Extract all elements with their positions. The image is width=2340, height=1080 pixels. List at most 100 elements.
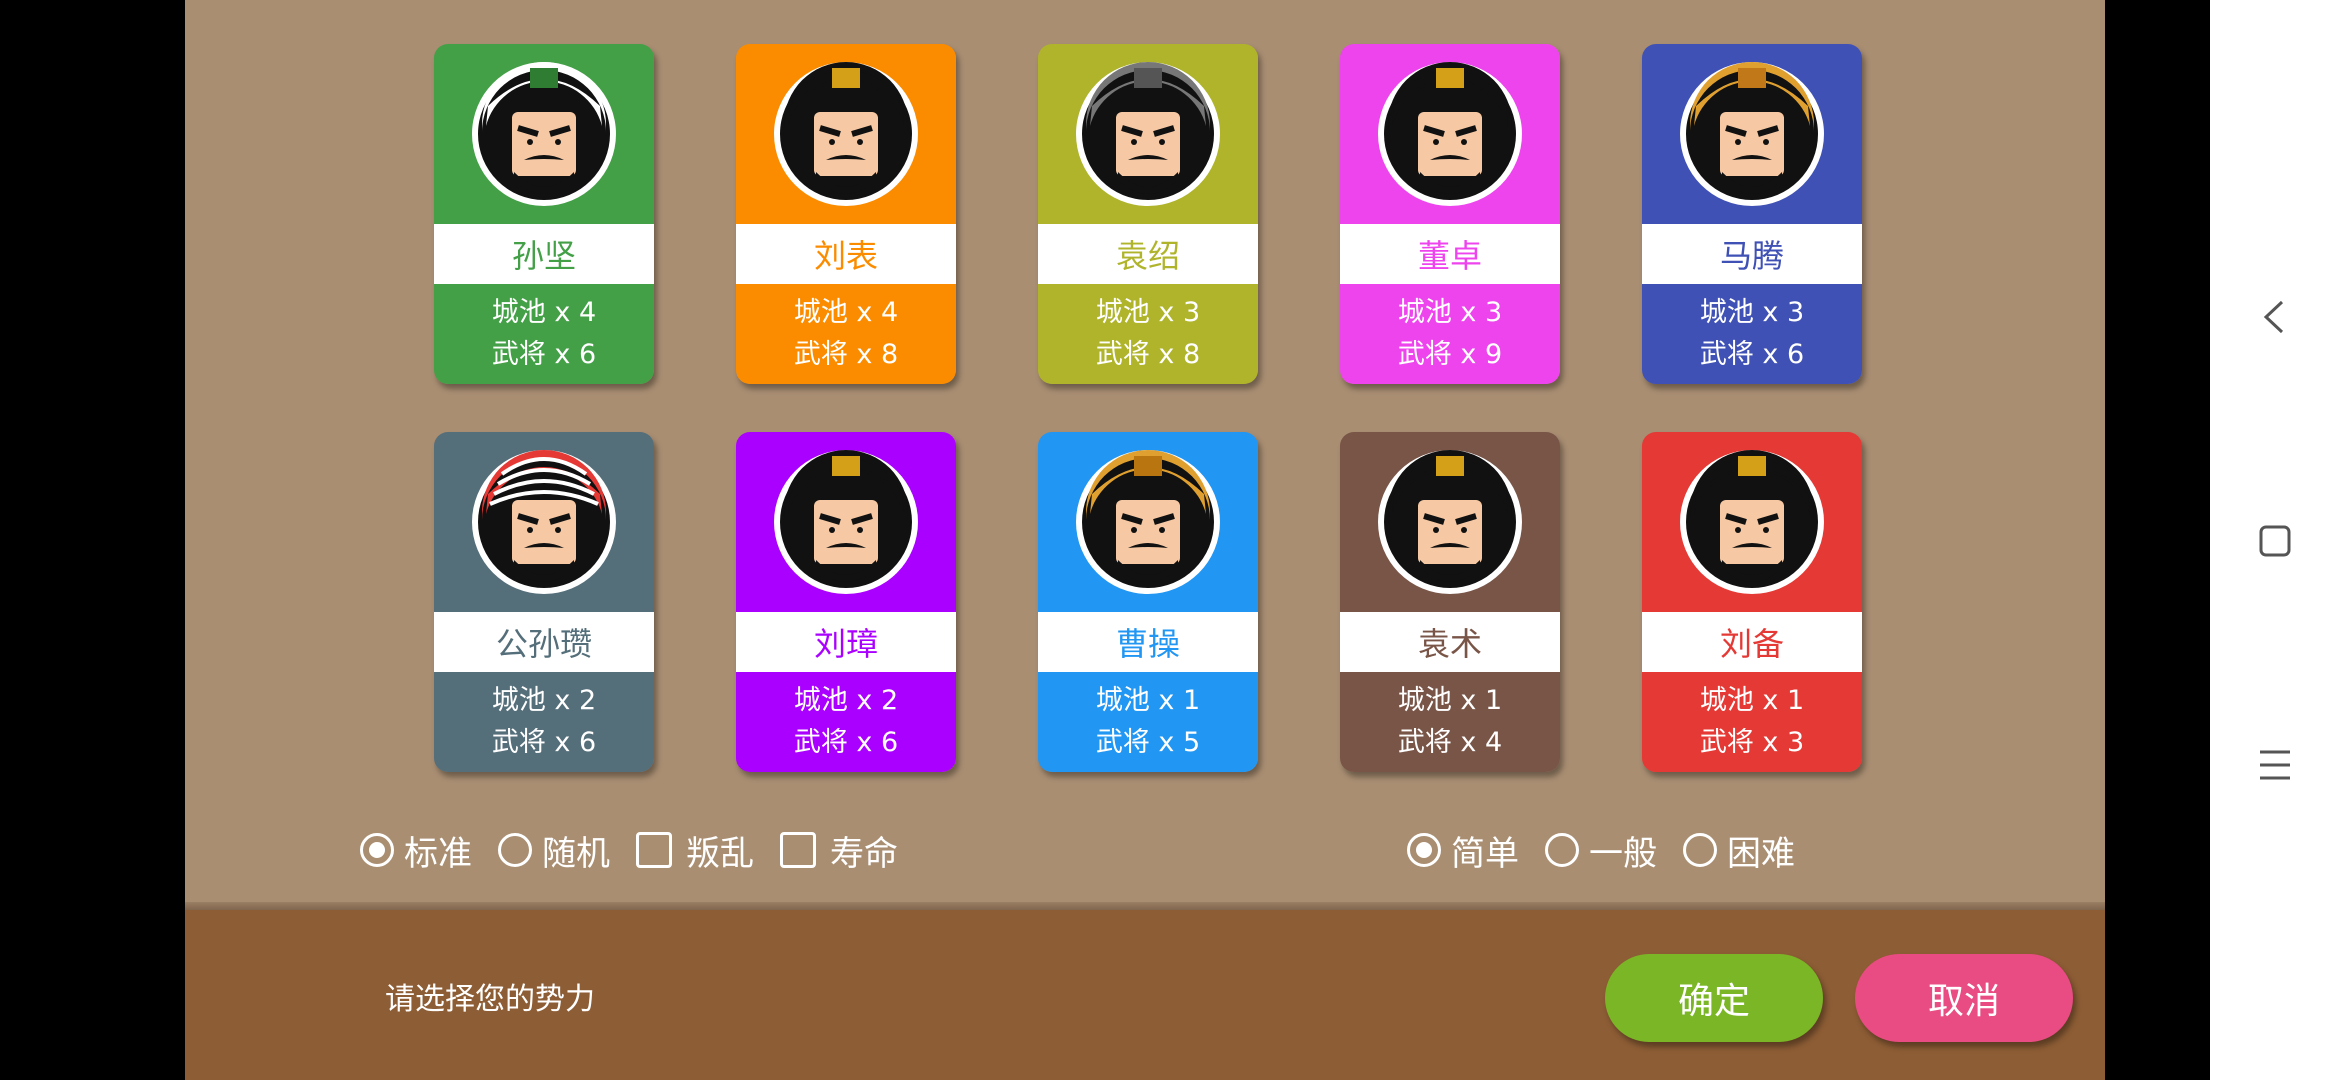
general-count: 武将 x 6 — [491, 339, 597, 370]
portrait-area — [1340, 44, 1560, 224]
faction-stats: 城池 x 1 武将 x 3 — [1642, 672, 1862, 772]
back-icon[interactable] — [2242, 284, 2308, 350]
city-count: 城池 x 3 — [1397, 297, 1503, 328]
portrait-area — [1340, 432, 1560, 612]
mode-label: 标准 — [404, 833, 472, 874]
difficulty-label: 简单 — [1451, 833, 1519, 874]
general-count: 武将 x 8 — [1095, 339, 1201, 370]
faction-card-liu-bei[interactable]: 刘备城池 x 1 武将 x 3 — [1642, 432, 1862, 772]
general-portrait-icon — [1680, 62, 1824, 206]
difficulty-option-normal[interactable]: 一般 — [1545, 826, 1657, 875]
system-nav-bar — [2210, 0, 2340, 1080]
faction-stats: 城池 x 4 武将 x 6 — [434, 284, 654, 384]
mode-label: 叛乱 — [686, 833, 754, 874]
screen: 孙坚城池 x 4 武将 x 6 刘表城池 x 4 武将 x 8 袁绍城池 x 3 武将… — [0, 0, 2340, 1080]
portrait-area — [736, 432, 956, 612]
radio-icon[interactable] — [360, 833, 394, 867]
radio-icon[interactable] — [1407, 833, 1441, 867]
portrait-area — [1642, 432, 1862, 612]
general-portrait-icon — [1076, 62, 1220, 206]
faction-name: 曹操 — [1038, 612, 1258, 672]
faction-card-liu-biao[interactable]: 刘表城池 x 4 武将 x 8 — [736, 44, 956, 384]
portrait-area — [736, 44, 956, 224]
faction-card-liu-zhang[interactable]: 刘璋城池 x 2 武将 x 6 — [736, 432, 956, 772]
difficulty-option-easy[interactable]: 简单 — [1407, 826, 1519, 875]
radio-icon[interactable] — [498, 833, 532, 867]
portrait-area — [1038, 432, 1258, 612]
faction-card-sun-jian[interactable]: 孙坚城池 x 4 武将 x 6 — [434, 44, 654, 384]
checkbox-icon[interactable] — [780, 832, 816, 868]
difficulty-label: 困难 — [1727, 833, 1795, 874]
portrait-area — [1038, 44, 1258, 224]
city-count: 城池 x 1 — [1397, 685, 1503, 716]
faction-name: 刘表 — [736, 224, 956, 284]
radio-icon[interactable] — [1683, 833, 1717, 867]
bottom-bar: 请选择您的势力 确定 取消 — [185, 910, 2105, 1080]
city-count: 城池 x 1 — [1699, 685, 1805, 716]
faction-name: 董卓 — [1340, 224, 1560, 284]
general-count: 武将 x 5 — [1095, 727, 1201, 758]
faction-name: 刘璋 — [736, 612, 956, 672]
city-count: 城池 x 4 — [793, 297, 899, 328]
general-portrait-icon — [472, 62, 616, 206]
faction-stats: 城池 x 1 武将 x 5 — [1038, 672, 1258, 772]
portrait-area — [434, 432, 654, 612]
general-portrait-icon — [774, 450, 918, 594]
radio-icon[interactable] — [1545, 833, 1579, 867]
faction-card-cao-cao[interactable]: 曹操城池 x 1 武将 x 5 — [1038, 432, 1258, 772]
faction-grid: 孙坚城池 x 4 武将 x 6 刘表城池 x 4 武将 x 8 袁绍城池 x 3 武将… — [434, 44, 1862, 774]
faction-name: 刘备 — [1642, 612, 1862, 672]
faction-name: 马腾 — [1642, 224, 1862, 284]
faction-name: 袁术 — [1340, 612, 1560, 672]
difficulty-label: 一般 — [1589, 833, 1657, 874]
city-count: 城池 x 3 — [1699, 297, 1805, 328]
general-count: 武将 x 8 — [793, 339, 899, 370]
mode-option-random[interactable]: 随机 — [498, 826, 610, 875]
faction-stats: 城池 x 3 武将 x 9 — [1340, 284, 1560, 384]
faction-card-gongsun-zan[interactable]: 公孙瓒城池 x 2 武将 x 6 — [434, 432, 654, 772]
city-count: 城池 x 2 — [491, 685, 597, 716]
general-portrait-icon — [1680, 450, 1824, 594]
general-portrait-icon — [1076, 450, 1220, 594]
faction-card-yuan-shu[interactable]: 袁术城池 x 1 武将 x 4 — [1340, 432, 1560, 772]
general-portrait-icon — [1378, 450, 1522, 594]
faction-name: 公孙瓒 — [434, 612, 654, 672]
mode-option-lifespan[interactable]: 寿命 — [780, 826, 898, 875]
faction-name: 袁绍 — [1038, 224, 1258, 284]
confirm-button[interactable]: 确定 — [1605, 954, 1823, 1042]
general-count: 武将 x 9 — [1397, 339, 1503, 370]
faction-card-dong-zhuo[interactable]: 董卓城池 x 3 武将 x 9 — [1340, 44, 1560, 384]
city-count: 城池 x 1 — [1095, 685, 1201, 716]
general-count: 武将 x 6 — [793, 727, 899, 758]
prompt-text: 请选择您的势力 — [385, 982, 595, 1017]
cancel-button[interactable]: 取消 — [1855, 954, 2073, 1042]
difficulty-options: 简单 一般 困难 — [1407, 822, 1821, 878]
faction-stats: 城池 x 1 武将 x 4 — [1340, 672, 1560, 772]
mode-option-rebellion[interactable]: 叛乱 — [636, 826, 754, 875]
city-count: 城池 x 3 — [1095, 297, 1201, 328]
general-count: 武将 x 6 — [1699, 339, 1805, 370]
checkbox-icon[interactable] — [636, 832, 672, 868]
faction-stats: 城池 x 3 武将 x 6 — [1642, 284, 1862, 384]
general-count: 武将 x 6 — [491, 727, 597, 758]
city-count: 城池 x 2 — [793, 685, 899, 716]
recents-icon[interactable] — [2242, 508, 2308, 574]
game-screen: 孙坚城池 x 4 武将 x 6 刘表城池 x 4 武将 x 8 袁绍城池 x 3 武将… — [185, 0, 2105, 1080]
faction-card-ma-teng[interactable]: 马腾城池 x 3 武将 x 6 — [1642, 44, 1862, 384]
faction-stats: 城池 x 2 武将 x 6 — [736, 672, 956, 772]
general-portrait-icon — [472, 450, 616, 594]
faction-card-yuan-shao[interactable]: 袁绍城池 x 3 武将 x 8 — [1038, 44, 1258, 384]
portrait-area — [1642, 44, 1862, 224]
faction-stats: 城池 x 3 武将 x 8 — [1038, 284, 1258, 384]
mode-option-standard[interactable]: 标准 — [360, 826, 472, 875]
general-portrait-icon — [1378, 62, 1522, 206]
general-count: 武将 x 4 — [1397, 727, 1503, 758]
mode-label: 随机 — [542, 833, 610, 874]
difficulty-option-hard[interactable]: 困难 — [1683, 826, 1795, 875]
game-mode-options: 标准 随机 叛乱 寿命 — [360, 822, 924, 878]
faction-stats: 城池 x 4 武将 x 8 — [736, 284, 956, 384]
menu-icon[interactable] — [2242, 732, 2308, 798]
general-count: 武将 x 3 — [1699, 727, 1805, 758]
city-count: 城池 x 4 — [491, 297, 597, 328]
faction-name: 孙坚 — [434, 224, 654, 284]
